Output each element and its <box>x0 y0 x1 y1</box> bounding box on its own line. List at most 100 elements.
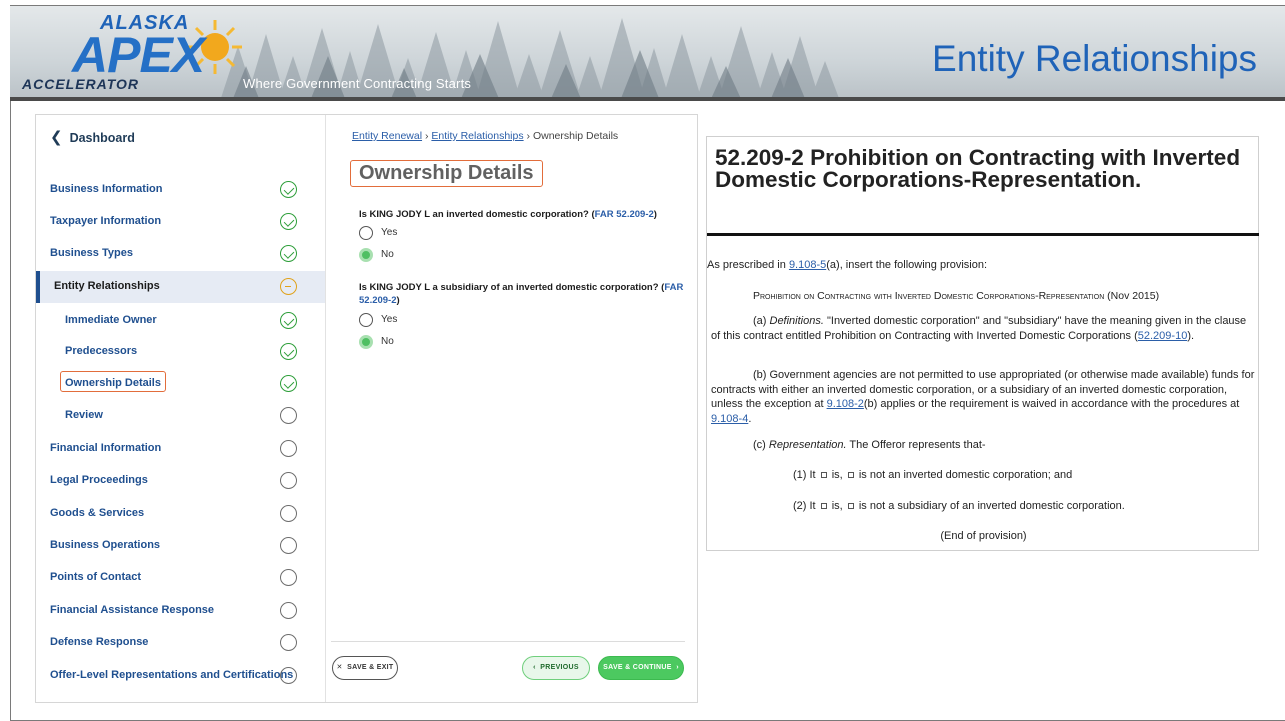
empty-circle-icon <box>280 472 297 489</box>
previous-button[interactable]: ‹ PREVIOUS <box>522 656 590 680</box>
dashboard-label: Dashboard <box>69 131 135 145</box>
sidebar-item-business-information[interactable]: Business Information <box>36 174 325 206</box>
sidebar-item-label: Points of Contact <box>50 571 142 583</box>
far-link-9-108-4[interactable]: 9.108-4 <box>711 413 748 425</box>
provision-date: (Nov 2015) <box>1107 290 1160 302</box>
far-link-52-209-10[interactable]: 52.209-10 <box>1138 330 1188 342</box>
doc-intro-text-end: (a), insert the following provision: <box>826 259 988 271</box>
main-content: Entity Renewal › Entity Relationships › … <box>326 115 698 702</box>
far-link[interactable]: FAR 52.209-2 <box>595 209 654 220</box>
sidebar-item-review[interactable]: Review <box>36 400 325 432</box>
radio-label: No <box>381 249 394 260</box>
sidebar-item-label: Review <box>65 409 103 421</box>
chevron-left-icon: ‹ <box>533 664 536 671</box>
sidebar-item-taxpayer-information[interactable]: Taxpayer Information <box>36 206 325 238</box>
sidebar-item-label: Business Information <box>50 183 163 195</box>
empty-circle-icon <box>280 569 297 586</box>
question-inverted-corp: Is KING JODY L an inverted domestic corp… <box>359 208 689 221</box>
provision-name: Prohibition on Contracting with Inverted… <box>753 290 1105 302</box>
question-close: ) <box>396 295 400 306</box>
para-c-term: Representation. <box>768 439 847 451</box>
breadcrumb-entity-relationships[interactable]: Entity Relationships <box>431 130 523 142</box>
empty-circle-icon <box>280 602 297 619</box>
check-circle-icon <box>280 245 297 262</box>
save-continue-button[interactable]: SAVE & CONTINUE › <box>598 656 684 680</box>
sidebar-item-label: Financial Information <box>50 442 162 454</box>
breadcrumb-entity-renewal[interactable]: Entity Renewal <box>352 130 422 142</box>
sidebar-item-label: Business Operations <box>50 539 161 551</box>
checkbox-icon <box>820 472 827 478</box>
para-c-text: The Offeror represents that- <box>846 439 986 451</box>
sidebar-item-financial-information[interactable]: Financial Information <box>36 433 325 465</box>
footer-divider <box>331 641 685 642</box>
check-circle-icon <box>280 312 297 329</box>
para-c: (c) Representation. The Offeror represen… <box>753 438 1253 453</box>
dashboard-link[interactable]: ❮ Dashboard <box>50 128 135 146</box>
para-b: (b) Government agencies are not permitte… <box>711 368 1256 426</box>
far-link-9-108-2[interactable]: 9.108-2 <box>827 398 864 410</box>
save-continue-label: SAVE & CONTINUE <box>603 664 672 671</box>
slide-banner: ALASKA APEX ACCELERATOR Where Government… <box>10 6 1285 101</box>
question-subsidiary: Is KING JODY L a subsidiary of an invert… <box>359 281 689 307</box>
check-circle-icon <box>280 213 297 230</box>
item-1-c: is not an inverted domestic corporation;… <box>855 469 1073 481</box>
para-a: (a) Definitions. "Inverted domestic corp… <box>711 314 1256 343</box>
banner-rule <box>10 97 1285 101</box>
para-b-end: . <box>748 412 752 425</box>
logo-accelerator-text: ACCELERATOR <box>22 76 140 92</box>
doc-intro-text: As prescribed in <box>707 259 789 271</box>
sidebar-item-label: Financial Assistance Response <box>50 604 215 616</box>
sidebar-item-label: Predecessors <box>65 345 138 357</box>
item-2-b: is, <box>828 500 846 512</box>
check-circle-icon <box>280 343 297 360</box>
radio-label: No <box>381 336 394 347</box>
para-a-end: ). <box>1187 329 1195 342</box>
check-circle-icon <box>280 181 297 198</box>
highlight-box <box>60 371 166 392</box>
save-exit-button[interactable]: ✕ SAVE & EXIT <box>332 656 398 680</box>
para-a-term: Definitions. <box>769 315 824 327</box>
sidebar-item-business-types[interactable]: Business Types <box>36 238 325 270</box>
checkbox-icon <box>847 503 854 509</box>
sam-app-panel: ❮ Dashboard Business Information Taxpayer … <box>35 114 698 703</box>
item-1-b: is, <box>828 469 846 481</box>
chevron-right-icon: › <box>676 664 679 671</box>
question-text: Is KING JODY L an inverted domestic corp… <box>359 209 595 220</box>
tagline: Where Government Contracting Starts <box>243 76 472 91</box>
empty-circle-icon <box>280 505 297 522</box>
sidebar-item-ownership-details[interactable]: Ownership Details <box>36 368 325 400</box>
section-sidebar: ❮ Dashboard Business Information Taxpayer … <box>36 115 326 702</box>
radio-circle-selected <box>359 248 373 262</box>
checkbox-icon <box>847 472 854 478</box>
item-2-a: (2) It <box>793 500 819 512</box>
sidebar-item-entity-relationships[interactable]: Entity Relationships <box>36 271 325 303</box>
para-c-item-1: (1) It is, is not an inverted domestic c… <box>793 468 1253 483</box>
doc-heading-rule <box>707 233 1259 236</box>
sidebar-item-business-operations[interactable]: Business Operations <box>36 530 325 562</box>
sidebar-item-label: Immediate Owner <box>65 314 157 326</box>
sidebar-item-label: Legal Proceedings <box>50 474 148 486</box>
radio-circle-selected <box>359 335 373 349</box>
close-icon: ✕ <box>336 664 343 671</box>
radio-label: Yes <box>381 314 398 325</box>
in-progress-icon <box>280 278 297 295</box>
far-link-9-108-5[interactable]: 9.108-5 <box>789 259 826 271</box>
sidebar-item-offer-level-representations-and-certifications[interactable]: Offer-Level Representations and Certific… <box>36 660 325 692</box>
para-a-label: (a) <box>753 315 770 327</box>
radio-label: Yes <box>381 227 398 238</box>
sidebar-item-label: Goods & Services <box>50 507 145 519</box>
breadcrumb-current: Ownership Details <box>532 130 619 142</box>
provision-title: Prohibition on Contracting with Inverted… <box>753 289 1253 304</box>
save-exit-label: SAVE & EXIT <box>347 664 394 671</box>
slide-title: Entity Relationships <box>932 38 1257 79</box>
sidebar-item-financial-assistance-response[interactable]: Financial Assistance Response <box>36 595 325 627</box>
sidebar-item-immediate-owner[interactable]: Immediate Owner <box>36 305 325 337</box>
sidebar-item-label: Offer-Level Representations and Certific… <box>50 669 294 681</box>
sidebar-item-goods-services[interactable]: Goods & Services <box>36 498 325 530</box>
apex-logo: ALASKA APEX ACCELERATOR <box>22 12 242 96</box>
sidebar-item-defense-response[interactable]: Defense Response <box>36 627 325 659</box>
sidebar-item-predecessors[interactable]: Predecessors <box>36 336 325 368</box>
sidebar-item-points-of-contact[interactable]: Points of Contact <box>36 562 325 594</box>
empty-circle-icon <box>280 537 297 554</box>
sidebar-item-legal-proceedings[interactable]: Legal Proceedings <box>36 465 325 497</box>
